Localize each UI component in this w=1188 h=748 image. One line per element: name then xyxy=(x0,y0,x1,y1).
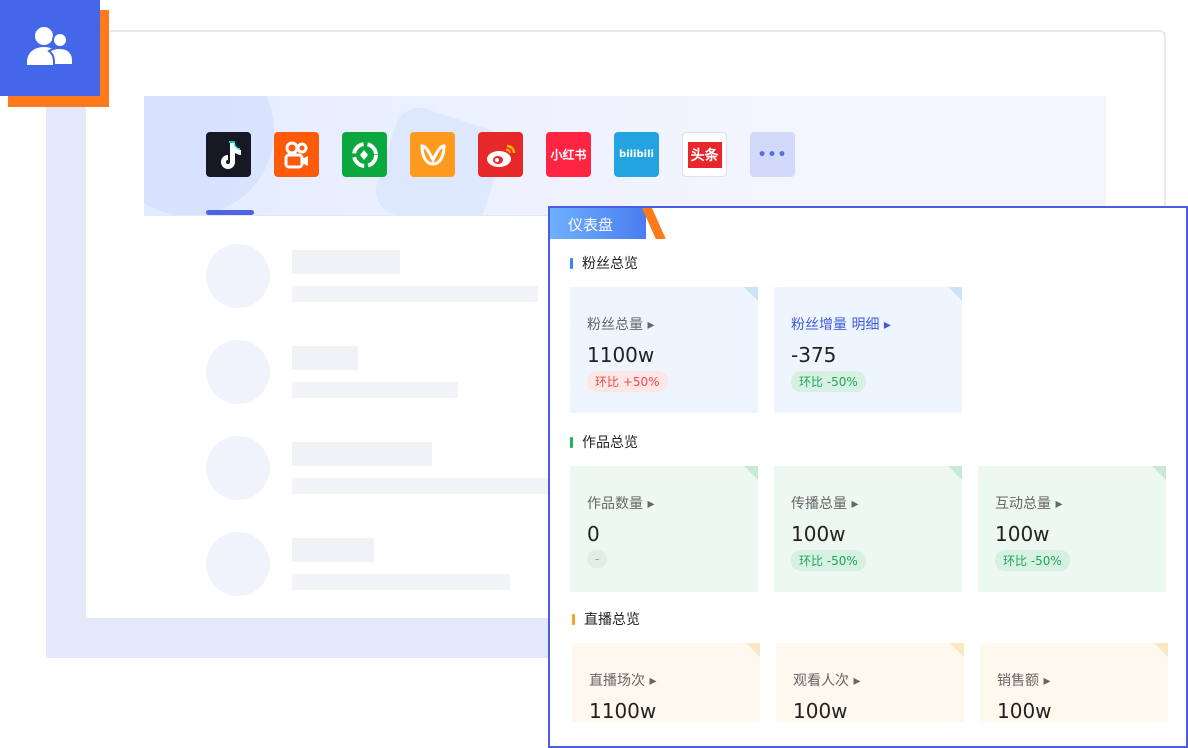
xiaohongshu-icon[interactable]: 小红书 xyxy=(546,132,591,177)
active-tab-indicator xyxy=(206,210,254,215)
users-icon xyxy=(27,27,74,66)
skeleton-line xyxy=(292,574,510,590)
toutiao-icon[interactable]: 头条 xyxy=(682,132,727,177)
platform-icon-text: 小红书 xyxy=(550,148,587,162)
metric-label: 作品数量 ▸ xyxy=(587,496,655,512)
section-title-works: 作品总览 xyxy=(570,432,638,452)
metric-label: 销售额 ▸ xyxy=(997,673,1051,689)
metric-value: 100w xyxy=(995,522,1050,546)
metric-value: 100w xyxy=(997,699,1052,723)
fans-growth-card[interactable]: 粉丝增量 明细 ▸ -375 环比 -50% xyxy=(774,287,962,413)
change-badge: - xyxy=(587,550,608,568)
more-icon[interactable]: ••• xyxy=(750,132,795,177)
section-title-live: 直播总览 xyxy=(572,609,640,629)
skeleton-line xyxy=(292,346,358,370)
live-sessions-card[interactable]: 直播场次 ▸ 1100w xyxy=(572,643,760,723)
weibo-icon[interactable] xyxy=(478,132,523,177)
change-badge: 环比 -50% xyxy=(995,550,1070,571)
skeleton-avatar xyxy=(206,244,270,308)
metric-label: 互动总量 ▸ xyxy=(995,496,1063,512)
section-mark xyxy=(572,613,575,625)
kuaishou-icon[interactable] xyxy=(274,132,319,177)
section-title-fans: 粉丝总览 xyxy=(570,253,638,273)
works-spread-card[interactable]: 传播总量 ▸ 100w 环比 -50% xyxy=(774,466,962,592)
metric-label: 直播场次 ▸ xyxy=(589,673,657,689)
change-badge: 环比 -50% xyxy=(791,550,866,571)
metric-value: 0 xyxy=(587,522,600,546)
metric-value: 1100w xyxy=(587,343,655,367)
corner-fold xyxy=(1154,643,1168,657)
platform-icon-text: bilibili xyxy=(619,149,654,160)
corner-fold xyxy=(744,466,758,480)
platform-icon-text: 头条 xyxy=(687,141,722,168)
douyin-icon[interactable] xyxy=(206,132,251,177)
platform-icon-list: 小红书 bilibili 头条 ••• xyxy=(206,132,795,177)
corner-fold xyxy=(1152,466,1166,480)
fans-total-card[interactable]: 粉丝总量 ▸ 1100w 环比 +50% xyxy=(570,287,758,413)
skeleton-line xyxy=(292,286,538,302)
ixigua-icon[interactable] xyxy=(410,132,455,177)
metric-value: 100w xyxy=(793,699,848,723)
skeleton-avatar xyxy=(206,340,270,404)
works-count-card[interactable]: 作品数量 ▸ 0 - xyxy=(570,466,758,592)
corner-fold xyxy=(744,287,758,301)
skeleton-line xyxy=(292,538,374,562)
live-sales-card[interactable]: 销售额 ▸ 100w xyxy=(980,643,1168,723)
skeleton-line xyxy=(292,250,400,274)
tab-dashboard[interactable]: 仪表盘 xyxy=(550,208,666,239)
corner-fold xyxy=(948,466,962,480)
metric-label: 传播总量 ▸ xyxy=(791,496,859,512)
change-badge: 环比 +50% xyxy=(587,371,668,392)
skeleton-line xyxy=(292,382,458,398)
live-viewers-card[interactable]: 观看人次 ▸ 100w xyxy=(776,643,964,723)
section-mark xyxy=(570,436,573,448)
metric-value: 100w xyxy=(791,522,846,546)
users-badge xyxy=(0,0,100,96)
metric-detail-link[interactable]: 粉丝增量 明细 ▸ xyxy=(791,314,891,334)
metric-value: 1100w xyxy=(589,699,657,723)
skeleton-line xyxy=(292,442,432,466)
metric-label: 观看人次 ▸ xyxy=(793,673,861,689)
metric-value: -375 xyxy=(791,343,837,367)
dashboard-panel: 仪表盘 粉丝总览 粉丝总量 ▸ 1100w 环比 +50% 粉丝增量 明细 ▸ … xyxy=(548,206,1188,748)
corner-fold xyxy=(746,643,760,657)
shipinhao-icon[interactable] xyxy=(342,132,387,177)
corner-fold xyxy=(948,287,962,301)
bilibili-icon[interactable]: bilibili xyxy=(614,132,659,177)
stage: 小红书 bilibili 头条 ••• 仪表盘 粉丝总览 粉丝总量 ▸ 1100… xyxy=(0,0,1188,748)
platform-icon-text: ••• xyxy=(757,146,788,163)
skeleton-avatar xyxy=(206,436,270,500)
corner-fold xyxy=(950,643,964,657)
change-badge: 环比 -50% xyxy=(791,371,866,392)
section-title-text: 直播总览 xyxy=(584,612,640,628)
metric-label: 粉丝总量 ▸ xyxy=(587,317,655,333)
section-title-text: 作品总览 xyxy=(582,435,638,451)
skeleton-line xyxy=(292,478,548,494)
section-mark xyxy=(570,257,573,269)
works-interact-card[interactable]: 互动总量 ▸ 100w 环比 -50% xyxy=(978,466,1166,592)
skeleton-avatar xyxy=(206,532,270,596)
tab-label: 仪表盘 xyxy=(568,216,614,234)
platform-bar: 小红书 bilibili 头条 ••• xyxy=(144,96,1106,216)
section-title-text: 粉丝总览 xyxy=(582,256,638,272)
